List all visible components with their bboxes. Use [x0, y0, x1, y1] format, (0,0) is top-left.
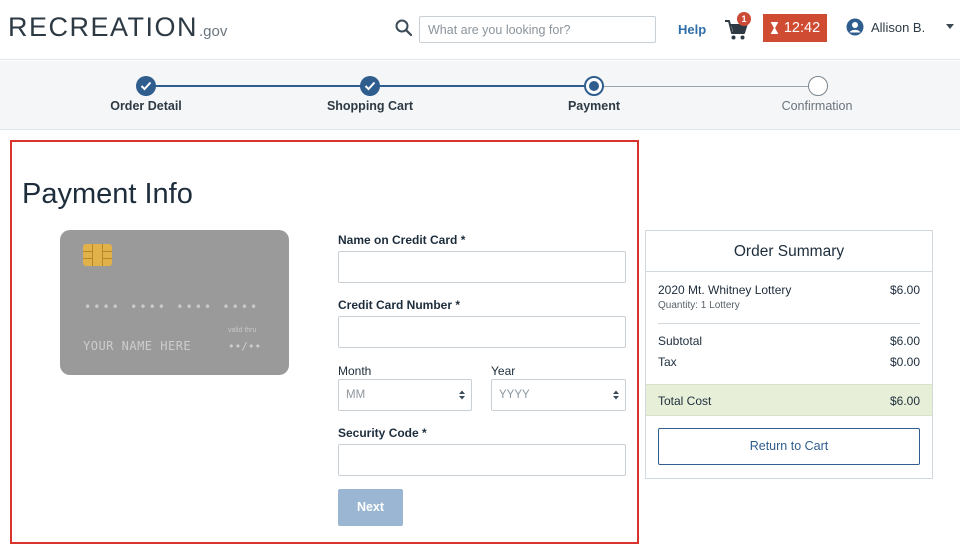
step-order-detail[interactable]: Order Detail [66, 99, 226, 113]
site-header: RECREATION .gov Help 1 12:42 Allison B. [0, 0, 960, 60]
divider [658, 323, 920, 324]
account-menu[interactable]: Allison B. [846, 18, 925, 36]
site-logo[interactable]: RECREATION .gov [8, 12, 227, 43]
step-connector [146, 85, 370, 87]
step-payment: Payment [567, 99, 621, 113]
card-chip-icon [83, 244, 112, 266]
reservation-timer: 12:42 [763, 14, 827, 42]
account-name: Allison B. [871, 19, 926, 35]
step-payment-dot-icon [584, 76, 604, 96]
subtotal-label: Subtotal [658, 334, 703, 348]
security-code-label: Security Code * [338, 426, 427, 440]
year-select[interactable]: YYYY [491, 379, 626, 411]
search-icon[interactable] [394, 18, 414, 38]
next-button[interactable]: Next [338, 489, 403, 526]
total-band: Total Cost $6.00 [646, 384, 932, 416]
total-row: Total Cost $6.00 [658, 394, 920, 408]
step-order-detail-check-icon [136, 76, 156, 96]
select-updown-icon [613, 390, 619, 400]
step-confirmation: Confirmation [781, 99, 853, 113]
card-number-mask: •••• •••• •••• •••• [84, 300, 260, 314]
card-expiry-mask: ••/•• [228, 340, 262, 353]
step-connector [594, 86, 818, 87]
select-updown-icon [459, 390, 465, 400]
cart-count-badge: 1 [737, 12, 751, 26]
logo-wordmark: RECREATION [8, 12, 199, 42]
total-label: Total Cost [658, 394, 712, 408]
card-name-placeholder: YOUR NAME HERE [83, 339, 192, 353]
hourglass-icon [770, 22, 779, 34]
logo-suffix: .gov [199, 23, 228, 40]
month-select-value: MM [346, 389, 366, 401]
subtotal-row: Subtotal $6.00 [658, 334, 920, 348]
card-valid-thru: valid thru [228, 327, 257, 334]
tax-value: $0.00 [889, 355, 920, 369]
tax-row: Tax $0.00 [658, 355, 920, 369]
year-select-value: YYYY [499, 389, 530, 401]
month-label: Month [338, 364, 372, 378]
checkout-progress: Order Detail Shopping Cart Payment Confi… [0, 61, 960, 130]
order-summary: Order Summary 2020 Mt. Whitney Lottery $… [645, 230, 933, 479]
tax-label: Tax [658, 355, 677, 369]
step-confirmation-dot-icon [808, 76, 828, 96]
credit-card-preview: •••• •••• •••• •••• valid thru YOUR NAME… [60, 230, 289, 375]
line-item-quantity: Quantity: 1 Lottery [658, 300, 740, 311]
subtotal-value: $6.00 [889, 334, 920, 348]
card-number-input[interactable] [338, 316, 626, 348]
help-link[interactable]: Help [678, 22, 706, 37]
step-shopping-cart-check-icon [360, 76, 380, 96]
name-on-card-label: Name on Credit Card * [338, 233, 466, 247]
line-item: 2020 Mt. Whitney Lottery $6.00 [658, 283, 920, 297]
month-select[interactable]: MM [338, 379, 472, 411]
line-item-name: 2020 Mt. Whitney Lottery [658, 283, 792, 297]
order-summary-title: Order Summary [646, 231, 932, 272]
user-avatar-icon [846, 18, 864, 36]
search-input[interactable] [419, 16, 656, 43]
return-to-cart-button[interactable]: Return to Cart [658, 428, 920, 465]
step-connector [370, 85, 594, 87]
step-shopping-cart[interactable]: Shopping Cart [290, 99, 450, 113]
timer-value: 12:42 [783, 20, 821, 36]
page-title: Payment Info [22, 178, 193, 210]
chevron-down-icon[interactable] [946, 24, 954, 29]
card-number-label: Credit Card Number * [338, 298, 461, 312]
name-on-card-input[interactable] [338, 251, 626, 283]
line-item-price: $6.00 [889, 283, 920, 297]
total-value: $6.00 [889, 394, 920, 408]
security-code-input[interactable] [338, 444, 626, 476]
year-label: Year [491, 364, 516, 378]
